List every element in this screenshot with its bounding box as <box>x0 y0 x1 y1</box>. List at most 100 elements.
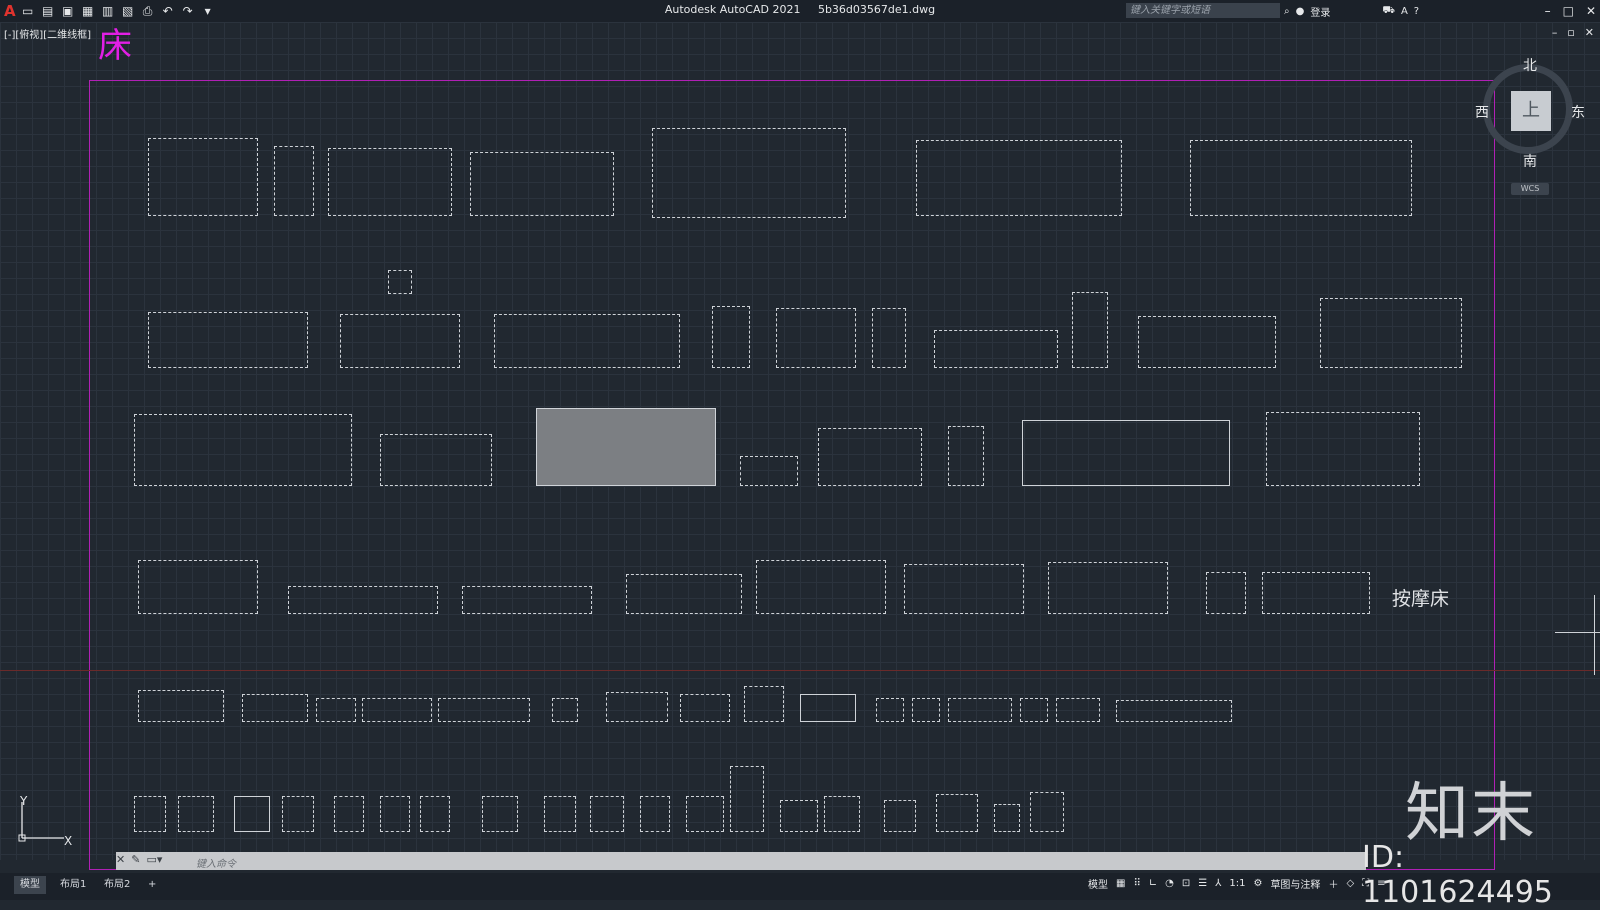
stool-block <box>380 796 410 832</box>
workspace-gear-icon[interactable]: ⚙ <box>1253 878 1262 889</box>
tab-model[interactable]: 模型 <box>14 876 46 894</box>
bench-block <box>680 694 730 722</box>
doc-minimize-icon[interactable]: – <box>1552 26 1558 39</box>
bed-block <box>934 330 1058 368</box>
bench-block <box>876 698 904 722</box>
login-button[interactable]: 登录 <box>1310 4 1330 19</box>
polar-icon[interactable]: ◔ <box>1165 878 1174 889</box>
isolate-icon[interactable]: ◇ <box>1346 878 1354 889</box>
crosshair-cursor <box>1555 632 1600 633</box>
minimize-icon[interactable]: – <box>1545 4 1551 18</box>
bed-block <box>1320 298 1462 368</box>
close-command-icon[interactable]: ✕ <box>116 853 125 866</box>
bench-block <box>1056 698 1100 722</box>
window-controls: – □ ✕ <box>1545 0 1596 22</box>
bed-block <box>740 456 798 486</box>
search-input[interactable]: 键入关键字或短语 <box>1126 3 1280 18</box>
workspace-switch[interactable]: 草图与注释 <box>1270 876 1320 891</box>
command-line[interactable] <box>116 852 1366 870</box>
title-bar: A ▭ ▤ ▣ ▦ ▥ ▧ ⎙ ↶ ↷ ▾ Autodesk AutoCAD 2… <box>0 0 1600 22</box>
stool-block <box>780 800 818 832</box>
bed-block <box>872 308 906 368</box>
plus-icon[interactable]: ＋ <box>1328 876 1338 891</box>
bed-block <box>340 314 460 368</box>
bench-block <box>744 686 784 722</box>
bench-block <box>242 694 308 722</box>
bed-block <box>138 560 258 614</box>
bench-block <box>138 690 224 722</box>
stool-block <box>544 796 576 832</box>
viewcube-south[interactable]: 南 <box>1523 151 1537 171</box>
recent-commands-icon[interactable]: ▭▾ <box>146 853 162 866</box>
stool-block <box>234 796 270 832</box>
command-input[interactable]: 键入命令 <box>196 855 236 870</box>
search-icon[interactable]: ⌕ <box>1284 6 1290 17</box>
ucs-y-label: Y <box>20 794 28 808</box>
bench-block <box>800 694 856 722</box>
tab-layout2[interactable]: 布局2 <box>98 876 136 894</box>
doc-restore-icon[interactable]: ▫ <box>1567 26 1574 39</box>
bed-block <box>470 152 614 216</box>
bed-block <box>1190 140 1412 216</box>
bed-block <box>328 148 452 216</box>
annotation-scale[interactable]: 1:1 <box>1229 878 1245 889</box>
bed-block <box>1048 562 1168 614</box>
bed-block <box>948 426 984 486</box>
customize-wrench-icon[interactable]: ✎ <box>131 853 140 866</box>
bed-block-filled <box>536 408 716 486</box>
bed-block <box>712 306 750 368</box>
bed-block <box>626 574 742 614</box>
bench-block <box>316 698 356 722</box>
file-name: 5b36d03567de1.dwg <box>817 3 936 16</box>
bed-block <box>148 138 258 216</box>
bed-block <box>134 414 352 486</box>
user-icon[interactable]: ● <box>1296 6 1305 17</box>
snap-icon[interactable]: ⠿ <box>1133 878 1140 889</box>
bench-block <box>552 698 578 722</box>
cart-icon[interactable]: ⛟ <box>1382 5 1395 18</box>
stool-block <box>884 800 916 832</box>
title-right-tools: ⌕ ● 登录 ⛟ A ? <box>1284 2 1419 20</box>
doc-close-icon[interactable]: ✕ <box>1585 26 1594 39</box>
bed-block <box>1072 292 1108 368</box>
stool-block <box>730 766 764 832</box>
ortho-icon[interactable]: ∟ <box>1149 878 1157 889</box>
grid-icon[interactable]: ▦ <box>1116 878 1125 889</box>
annotation-icon[interactable]: ⅄ <box>1215 878 1221 889</box>
stool-block <box>994 804 1020 832</box>
bed-block <box>652 128 846 218</box>
help-icon[interactable]: ? <box>1414 6 1419 17</box>
tab-layout1[interactable]: 布局1 <box>54 876 92 894</box>
bed-block <box>288 586 438 614</box>
autodesk-app-icon[interactable]: A <box>1401 6 1408 17</box>
massage-bed-block <box>1206 572 1246 614</box>
bench-block <box>912 698 940 722</box>
stool-block <box>482 796 518 832</box>
lineweight-icon[interactable]: ☰ <box>1198 878 1207 889</box>
model-space-button[interactable]: 模型 <box>1088 876 1108 891</box>
bench-block <box>948 698 1012 722</box>
stool-block <box>936 794 978 832</box>
wcs-menu[interactable]: WCS <box>1511 183 1549 195</box>
viewport-controls[interactable]: [-][俯视][二维线框] <box>4 26 91 41</box>
document-controls: – ▫ ✕ <box>1552 26 1594 39</box>
stool-block <box>1030 792 1064 832</box>
osnap-icon[interactable]: ⊡ <box>1182 878 1190 889</box>
close-icon[interactable]: ✕ <box>1586 4 1596 18</box>
bed-block <box>756 560 886 614</box>
ucs-x-label: X <box>64 834 73 848</box>
viewcube-top-face[interactable]: 上 <box>1511 91 1551 131</box>
bench-block <box>1020 698 1048 722</box>
viewcube-west[interactable]: 西 <box>1475 102 1489 122</box>
bed-block <box>904 564 1024 614</box>
viewcube-north[interactable]: 北 <box>1523 55 1537 75</box>
command-line-tools: ✕ ✎ ▭▾ <box>116 853 162 866</box>
bed-block <box>916 140 1122 216</box>
add-layout-icon[interactable]: + <box>142 876 162 894</box>
viewcube-east[interactable]: 东 <box>1571 102 1585 122</box>
stool-block <box>334 796 364 832</box>
maximize-icon[interactable]: □ <box>1563 4 1574 18</box>
bed-block <box>148 312 308 368</box>
bed-block <box>494 314 680 368</box>
app-name: Autodesk AutoCAD 2021 <box>664 3 801 16</box>
